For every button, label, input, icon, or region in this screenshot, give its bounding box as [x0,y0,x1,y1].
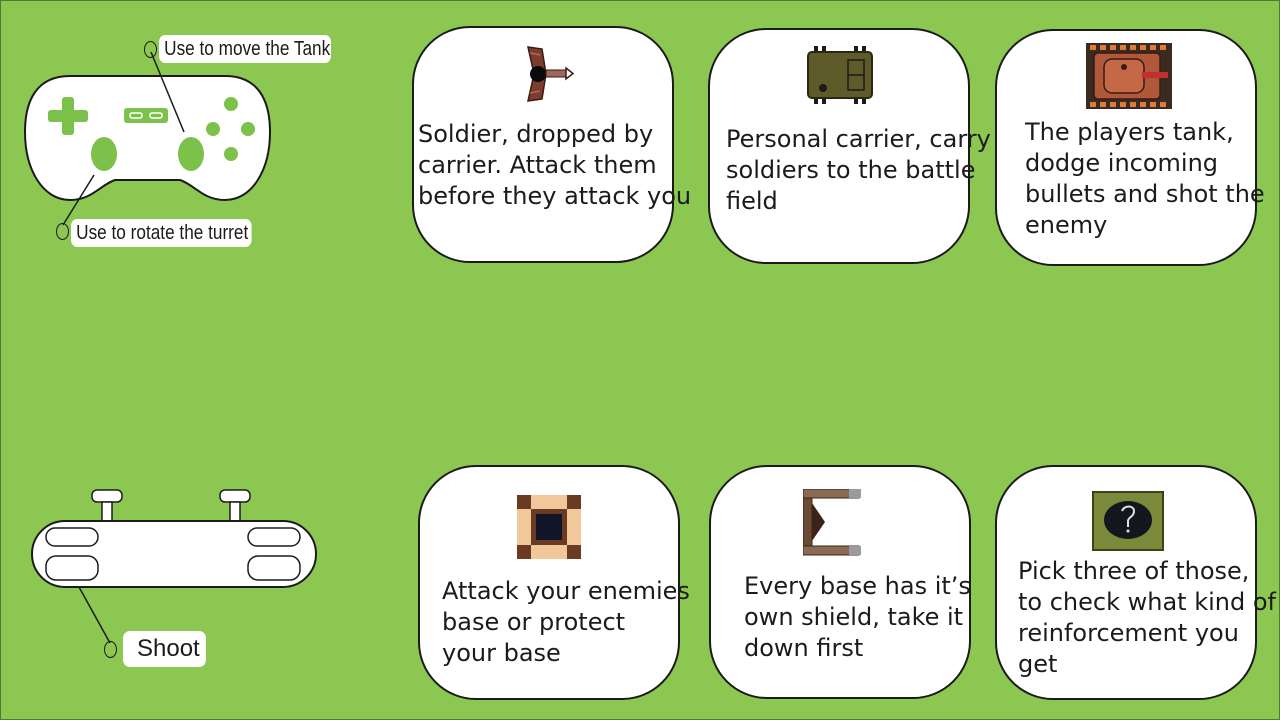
left-trigger-icon[interactable] [45,555,99,581]
enemy-base-icon [517,495,581,559]
left-bumper-icon[interactable] [45,527,99,547]
enemy-base-card-text: Attack your enemies base or protect your… [442,577,690,667]
reinforcement-card-text: Pick three of those, to check what kind … [1018,557,1276,678]
right-bumper-icon[interactable] [247,527,301,547]
move-tank-label: Use to move the Tank [159,35,331,63]
right-trigger-icon[interactable] [247,555,301,581]
move-pointer-ring-icon [144,41,157,58]
rotate-pointer-ring-icon [56,223,69,240]
shield-card-text: Every base has it’s own shield, take it … [744,572,971,662]
soldier-card-text: Soldier, dropped by carrier. Attack them… [418,120,692,210]
reinforcement-icon [1092,491,1164,551]
carrier-card-text: Personal carrier, carry soldiers to the … [726,125,991,215]
soldier-icon [527,46,575,102]
player-tank-card-text: The players tank, dodge incoming bullets… [1025,118,1265,239]
carrier-icon [807,46,873,104]
rotate-turret-label: Use to rotate the turret [71,219,252,247]
player-tank-icon [1086,43,1172,109]
shield-icon [803,489,861,556]
shoot-pointer-ring-icon [104,641,117,658]
shoulder-buttons-icon [31,489,317,588]
shoot-label: Shoot [123,631,206,667]
